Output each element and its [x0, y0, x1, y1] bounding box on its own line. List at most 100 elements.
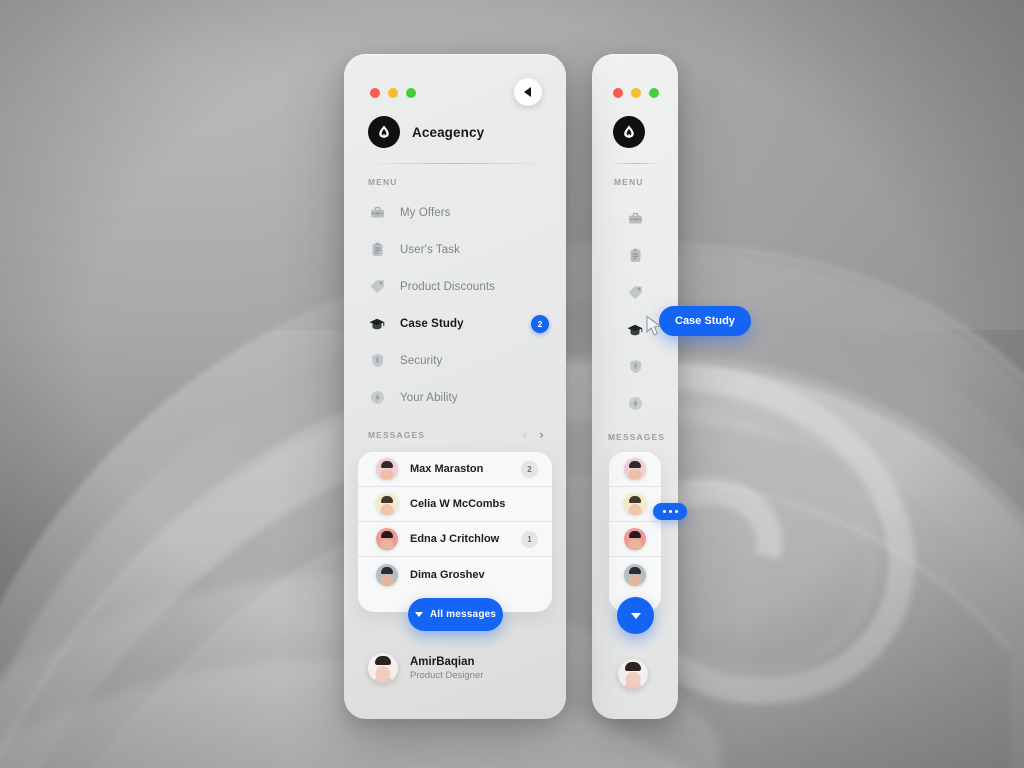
- sidebar-item-users-task[interactable]: User's Task: [344, 231, 566, 268]
- sidebar-item-case-study[interactable]: Case Study 2: [344, 305, 566, 342]
- messages-card-collapsed: [609, 452, 661, 612]
- sidebar-item-your-ability[interactable]: Your Ability: [344, 379, 566, 416]
- sidebar-item-your-ability-collapsed[interactable]: [592, 385, 678, 422]
- chevron-left-icon: [524, 87, 531, 97]
- profile-text: AmirBaqian Product Designer: [410, 656, 483, 681]
- avatar: [376, 458, 398, 480]
- all-messages-round-button[interactable]: [617, 597, 654, 634]
- briefcase-icon: [368, 204, 386, 222]
- page-title: Aceagency: [412, 124, 485, 140]
- menu-section-label: MENU: [368, 177, 398, 187]
- graduation-cap-icon: [626, 321, 644, 339]
- message-sender-name: Celia W McCombs: [410, 498, 506, 510]
- close-window-button-collapsed[interactable]: [613, 88, 623, 98]
- lock-shield-icon: [626, 358, 644, 376]
- avatar: [624, 528, 646, 550]
- ellipsis-icon-pill[interactable]: [653, 503, 687, 520]
- divider: [366, 163, 544, 164]
- menu-list: My Offers User's Task Product Discounts …: [344, 194, 566, 416]
- lightning-bolt-icon: [368, 389, 386, 407]
- dot: [668, 510, 672, 513]
- tooltip-case-study: Case Study: [659, 306, 751, 336]
- message-avatar-row[interactable]: [609, 522, 661, 557]
- avatar: [376, 493, 398, 515]
- collapse-sidebar-button[interactable]: [514, 78, 542, 106]
- messages-section-label-collapsed: MESSAGES: [608, 432, 665, 442]
- sidebar-item-label: My Offers: [400, 206, 451, 219]
- message-list-item[interactable]: Dima Groshev: [358, 557, 552, 592]
- clipboard-icon: [626, 247, 644, 265]
- dot: [674, 510, 678, 513]
- mouse-pointer-icon: [646, 315, 662, 336]
- message-sender-name: Edna J Critchlow: [410, 533, 500, 545]
- caret-down-icon: [414, 612, 423, 617]
- brand[interactable]: Aceagency: [368, 116, 484, 148]
- dot: [662, 510, 666, 513]
- ace-spade-logo-icon: [613, 116, 645, 148]
- sidebar-item-label: Your Ability: [400, 391, 458, 404]
- sidebar-item-users-task-collapsed[interactable]: [592, 237, 678, 274]
- avatar: [618, 659, 648, 689]
- traffic-lights-collapsed: [613, 88, 659, 98]
- avatar: [624, 458, 646, 480]
- profile[interactable]: AmirBaqian Product Designer: [368, 653, 483, 683]
- clipboard-icon: [368, 241, 386, 259]
- sidebar-item-my-offers-collapsed[interactable]: [592, 200, 678, 237]
- messages-header: MESSAGES ‹ ›: [368, 429, 544, 441]
- unread-count-badge: 1: [521, 530, 538, 548]
- all-messages-button[interactable]: All messages: [408, 598, 503, 631]
- message-sender-name: Max Maraston: [410, 463, 484, 475]
- sidebar-item-label: Product Discounts: [400, 280, 496, 293]
- maximize-window-button[interactable]: [406, 88, 416, 98]
- profile-name: AmirBaqian: [410, 655, 475, 668]
- lightning-bolt-icon: [626, 395, 644, 413]
- traffic-lights: [370, 88, 416, 98]
- menu-section-label-collapsed: MENU: [614, 177, 644, 187]
- sidebar-item-security[interactable]: Security: [344, 342, 566, 379]
- status-badge: 2: [531, 314, 549, 333]
- maximize-window-button-collapsed[interactable]: [649, 88, 659, 98]
- message-sender-name: Dima Groshev: [410, 568, 485, 581]
- chevron-right-icon[interactable]: ›: [539, 429, 544, 441]
- sidebar-item-product-discounts[interactable]: Product Discounts: [344, 268, 566, 305]
- lock-shield-icon: [368, 352, 386, 370]
- message-list-item[interactable]: Celia W McCombs: [358, 487, 552, 522]
- graduation-cap-icon: [368, 315, 386, 333]
- avatar: [368, 653, 398, 683]
- sidebar-item-label: Security: [400, 354, 443, 367]
- sidebar-item-product-discounts-collapsed[interactable]: [592, 274, 678, 311]
- screenshot-root: MENU MESSAGES Aceagency MENU My Offers U…: [0, 0, 1024, 768]
- price-tag-icon: [368, 278, 386, 296]
- sidebar-item-security-collapsed[interactable]: [592, 348, 678, 385]
- profile-collapsed[interactable]: [618, 659, 648, 689]
- briefcase-icon: [626, 210, 644, 228]
- brand-collapsed[interactable]: [613, 116, 645, 148]
- sidebar-item-label: Case Study: [400, 317, 464, 330]
- message-list-item[interactable]: Max Maraston 2: [358, 452, 552, 487]
- caret-down-icon: [630, 612, 641, 619]
- message-list-item[interactable]: Edna J Critchlow 1: [358, 522, 552, 557]
- avatar: [376, 528, 398, 550]
- minimize-window-button-collapsed[interactable]: [631, 88, 641, 98]
- all-messages-label: All messages: [429, 609, 497, 620]
- messages-section-label: MESSAGES: [368, 430, 425, 440]
- price-tag-icon: [626, 284, 644, 302]
- message-avatar-row[interactable]: [609, 487, 661, 522]
- minimize-window-button[interactable]: [388, 88, 398, 98]
- close-window-button[interactable]: [370, 88, 380, 98]
- sidebar-item-label: User's Task: [400, 243, 460, 256]
- messages-pagination: ‹ ›: [522, 429, 544, 441]
- profile-role: Product Designer: [410, 669, 484, 681]
- avatar: [624, 493, 646, 515]
- message-avatar-row[interactable]: [609, 452, 661, 487]
- sidebar-item-my-offers[interactable]: My Offers: [344, 194, 566, 231]
- message-avatar-row[interactable]: [609, 557, 661, 592]
- messages-card: Max Maraston 2 Celia W McCombs Edna J Cr…: [358, 452, 552, 612]
- avatar: [624, 563, 646, 586]
- chevron-left-icon[interactable]: ‹: [522, 429, 527, 441]
- divider-collapsed: [609, 163, 661, 164]
- ace-spade-logo-icon: [368, 116, 400, 148]
- unread-count-badge: 2: [521, 460, 538, 478]
- tooltip-label: Case Study: [675, 315, 735, 327]
- avatar: [376, 563, 398, 586]
